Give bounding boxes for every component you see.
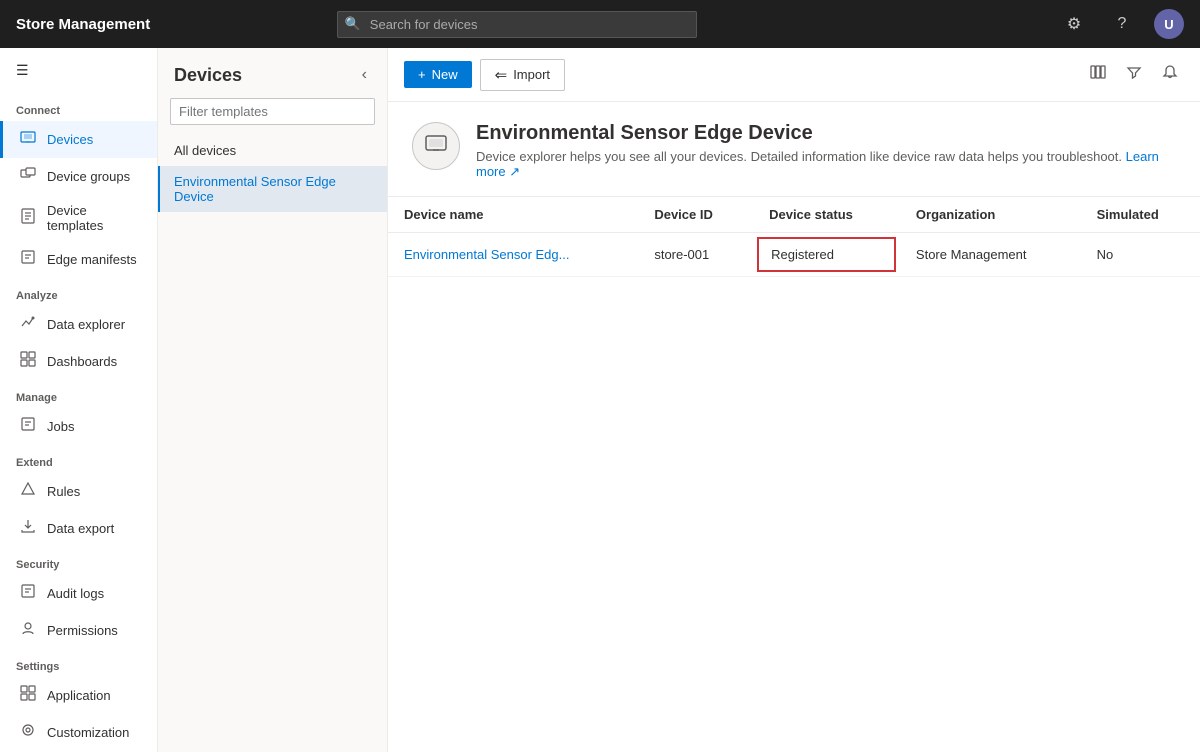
sidebar-item-data-export-label: Data export xyxy=(47,521,114,536)
device-title: Environmental Sensor Edge Device xyxy=(476,122,1176,145)
analyze-section-label: Analyze xyxy=(0,278,157,306)
sidebar-item-audit-logs[interactable]: Audit logs xyxy=(0,575,157,612)
topbar-actions: ⚙ ? U xyxy=(1058,8,1184,40)
notification-button[interactable] xyxy=(1156,58,1184,91)
sidebar-item-devices-label: Devices xyxy=(47,132,93,147)
jobs-icon xyxy=(19,416,37,437)
sidebar-item-customization[interactable]: Customization xyxy=(0,714,157,751)
manage-section-label: Manage xyxy=(0,380,157,408)
connect-section-label: Connect xyxy=(0,93,157,121)
search-input[interactable] xyxy=(337,11,697,38)
import-button[interactable]: ⇐ Import xyxy=(480,59,565,91)
sidebar-item-device-groups-label: Device groups xyxy=(47,169,130,184)
topbar: Store Management 🔍 ⚙ ? U xyxy=(0,0,1200,48)
sidebar-item-dashboards[interactable]: Dashboards xyxy=(0,343,157,380)
edge-manifests-icon xyxy=(19,249,37,270)
sidebar-item-edge-manifests[interactable]: Edge manifests xyxy=(0,241,157,278)
cell-device-name: Environmental Sensor Edg... xyxy=(388,233,638,277)
sidebar-item-device-templates-label: Device templates xyxy=(47,203,141,233)
col-device-id: Device ID xyxy=(638,197,753,233)
collapse-button[interactable]: ‹ xyxy=(358,62,371,88)
device-status-highlight: Registered xyxy=(757,237,896,272)
rules-icon xyxy=(19,481,37,502)
device-table: Device name Device ID Device status Orga… xyxy=(388,197,1200,277)
data-export-icon xyxy=(19,518,37,539)
sidebar-item-data-explorer-label: Data explorer xyxy=(47,317,125,332)
filter-input[interactable] xyxy=(170,98,375,125)
application-icon xyxy=(19,685,37,706)
sidebar-item-permissions[interactable]: Permissions xyxy=(0,612,157,649)
content-toolbar: + New ⇐ Import xyxy=(388,48,1200,102)
device-icon-wrap xyxy=(412,122,460,170)
sidebar-item-audit-logs-label: Audit logs xyxy=(47,586,104,601)
customization-icon xyxy=(19,722,37,743)
middle-panel: Devices ‹ All devices Environmental Sens… xyxy=(158,48,388,752)
device-type-icon xyxy=(424,131,448,161)
col-organization: Organization xyxy=(900,197,1081,233)
sidebar-item-devices[interactable]: Devices xyxy=(0,121,157,158)
audit-logs-icon xyxy=(19,583,37,604)
sidebar-item-customization-label: Customization xyxy=(47,725,129,740)
sidebar-item-rules[interactable]: Rules xyxy=(0,473,157,510)
device-templates-icon xyxy=(19,208,37,229)
permissions-icon xyxy=(19,620,37,641)
table-header-row: Device name Device ID Device status Orga… xyxy=(388,197,1200,233)
filter-button[interactable] xyxy=(1120,58,1148,91)
filter-input-wrap xyxy=(158,98,387,135)
col-simulated: Simulated xyxy=(1081,197,1200,233)
table-row: Environmental Sensor Edg... store-001 Re… xyxy=(388,233,1200,277)
main-layout: ☰ Connect Devices Device groups Device t… xyxy=(0,48,1200,752)
middle-nav-all-devices[interactable]: All devices xyxy=(158,135,387,166)
middle-panel-header: Devices ‹ xyxy=(158,48,387,98)
dashboards-icon xyxy=(19,351,37,372)
cell-organization: Store Management xyxy=(900,233,1081,277)
cell-simulated: No xyxy=(1081,233,1200,277)
sidebar-item-application[interactable]: Application xyxy=(0,677,157,714)
middle-nav-env-sensor-edge[interactable]: Environmental Sensor Edge Device xyxy=(158,166,387,212)
data-explorer-icon xyxy=(19,314,37,335)
new-button[interactable]: + New xyxy=(404,61,472,88)
device-header-text: Environmental Sensor Edge Device Device … xyxy=(476,122,1176,180)
sidebar-item-edge-manifests-label: Edge manifests xyxy=(47,252,137,267)
extend-section-label: Extend xyxy=(0,445,157,473)
sidebar-item-rules-label: Rules xyxy=(47,484,80,499)
search-icon: 🔍 xyxy=(345,16,361,32)
devices-icon xyxy=(19,129,37,150)
device-subtitle: Device explorer helps you see all your d… xyxy=(476,149,1176,180)
hamburger-button[interactable]: ☰ xyxy=(0,48,157,93)
settings-button[interactable]: ⚙ xyxy=(1058,8,1090,40)
left-nav: ☰ Connect Devices Device groups Device t… xyxy=(0,48,158,752)
cell-device-id: store-001 xyxy=(638,233,753,277)
col-device-status: Device status xyxy=(753,197,900,233)
content-area: + New ⇐ Import xyxy=(388,48,1200,752)
plus-icon: + xyxy=(418,67,426,82)
sidebar-item-device-groups[interactable]: Device groups xyxy=(0,158,157,195)
sidebar-item-device-templates[interactable]: Device templates xyxy=(0,195,157,241)
device-header: Environmental Sensor Edge Device Device … xyxy=(388,102,1200,197)
sidebar-item-jobs[interactable]: Jobs xyxy=(0,408,157,445)
sidebar-item-dashboards-label: Dashboards xyxy=(47,354,117,369)
sidebar-item-application-label: Application xyxy=(47,688,111,703)
sidebar-item-permissions-label: Permissions xyxy=(47,623,118,638)
help-button[interactable]: ? xyxy=(1106,8,1138,40)
device-name-link[interactable]: Environmental Sensor Edg... xyxy=(404,247,569,262)
security-section-label: Security xyxy=(0,547,157,575)
device-table-wrap: Device name Device ID Device status Orga… xyxy=(388,197,1200,752)
middle-panel-title: Devices xyxy=(174,65,242,86)
device-groups-icon xyxy=(19,166,37,187)
search-container: 🔍 xyxy=(337,11,697,38)
sidebar-item-data-export[interactable]: Data export xyxy=(0,510,157,547)
avatar[interactable]: U xyxy=(1154,9,1184,39)
sidebar-item-data-explorer[interactable]: Data explorer xyxy=(0,306,157,343)
settings-section-label: Settings xyxy=(0,649,157,677)
column-options-button[interactable] xyxy=(1084,58,1112,91)
app-title: Store Management xyxy=(16,16,150,33)
col-device-name: Device name xyxy=(388,197,638,233)
import-icon: ⇐ xyxy=(495,66,508,84)
cell-device-status: Registered xyxy=(753,233,900,277)
sidebar-item-jobs-label: Jobs xyxy=(47,419,74,434)
